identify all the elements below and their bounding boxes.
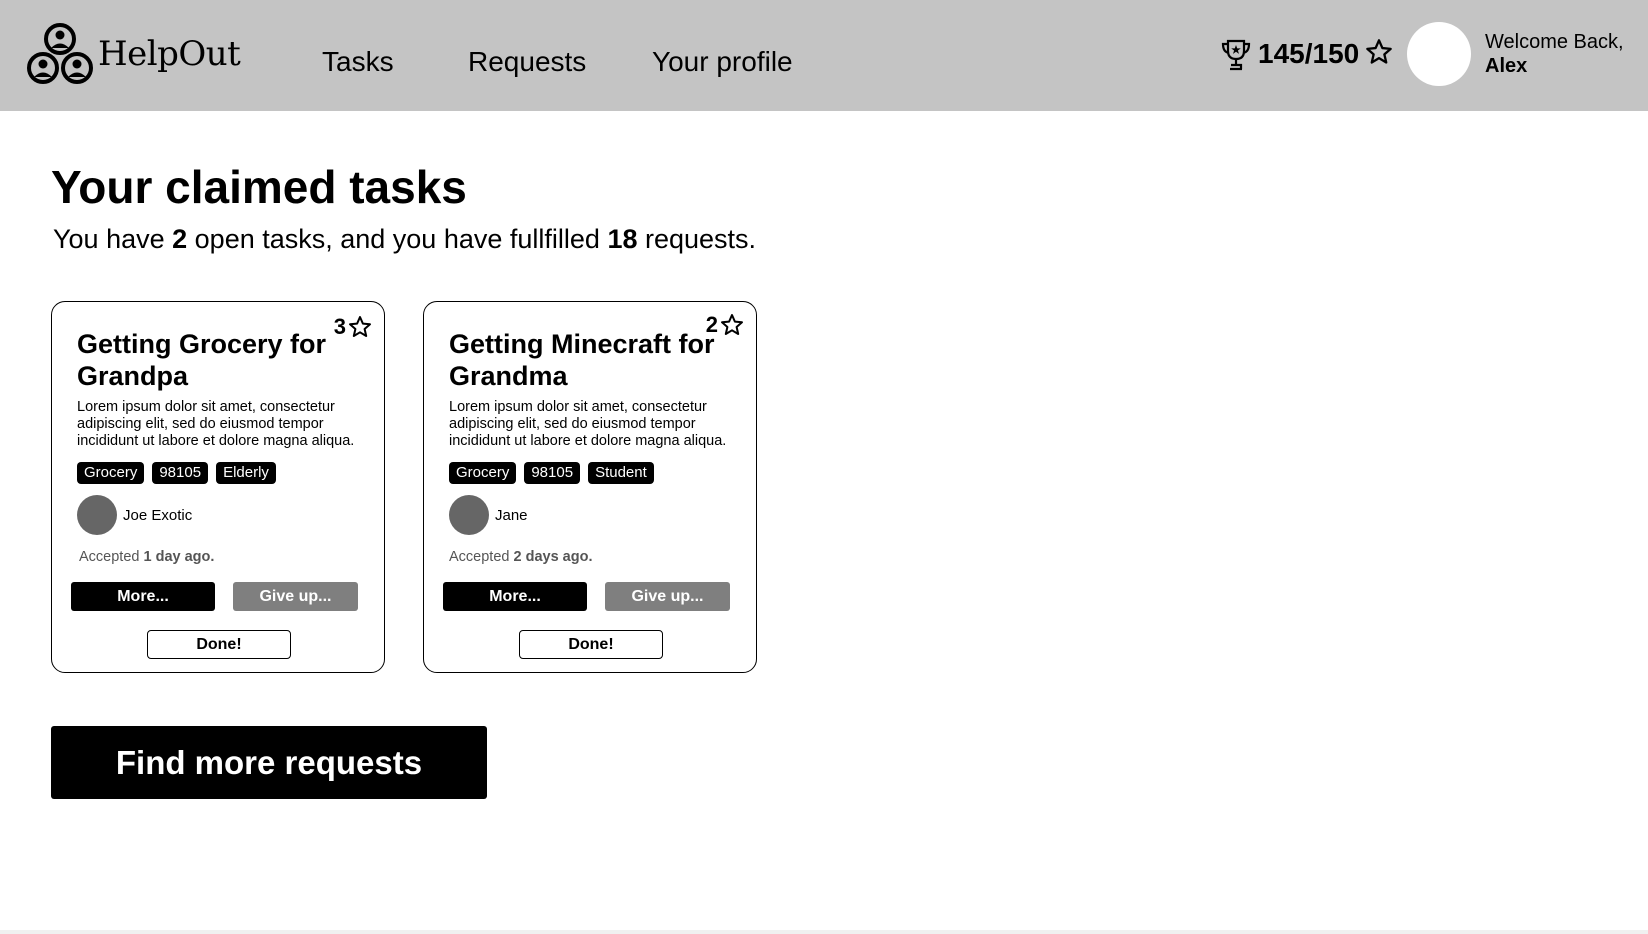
tag-category[interactable]: Grocery — [77, 462, 145, 484]
trophy-icon — [1221, 39, 1251, 71]
people-group-icon — [27, 23, 93, 84]
requester-avatar — [449, 495, 489, 535]
requester[interactable]: Joe Exotic — [77, 495, 192, 535]
give-up-button[interactable]: Give up... — [605, 582, 730, 611]
nav-requests[interactable]: Requests — [468, 46, 586, 78]
app-logo[interactable]: HelpOut — [26, 22, 241, 86]
points-score: 145/150 — [1258, 38, 1360, 69]
welcome-text: Welcome Back, — [1485, 31, 1624, 53]
open-task-count: 2 — [172, 224, 188, 254]
app-name: HelpOut — [98, 34, 241, 74]
requester[interactable]: Jane — [449, 495, 528, 535]
done-button[interactable]: Done! — [519, 630, 663, 659]
tag-zip[interactable]: 98105 — [524, 462, 581, 484]
nav-tasks[interactable]: Tasks — [322, 46, 394, 78]
tag-zip[interactable]: 98105 — [152, 462, 209, 484]
page: HelpOut Tasks Requests Your profile 145/… — [0, 0, 1648, 930]
task-description: Lorem ipsum dolor sit amet, consectetur … — [77, 399, 355, 449]
accepted-time: Accepted 1 day ago. — [79, 549, 214, 565]
task-tags: Grocery 98105 Elderly — [77, 462, 276, 484]
task-description: Lorem ipsum dolor sit amet, consectetur … — [449, 399, 727, 449]
task-card: 2 Getting Minecraft for Grandma Lorem ip… — [423, 301, 757, 673]
requester-name: Joe Exotic — [123, 506, 193, 524]
give-up-button[interactable]: Give up... — [233, 582, 358, 611]
accepted-time: Accepted 2 days ago. — [449, 549, 592, 565]
accepted-when: 2 days ago. — [513, 549, 593, 565]
requester-name: Jane — [495, 506, 528, 524]
tag-group[interactable]: Elderly — [216, 462, 276, 484]
tag-group[interactable]: Student — [588, 462, 654, 484]
summary-text-3: requests. — [637, 224, 757, 254]
tag-category[interactable]: Grocery — [449, 462, 517, 484]
page-title: Your claimed tasks — [51, 161, 467, 213]
task-tags: Grocery 98105 Student — [449, 462, 654, 484]
task-card: 3 Getting Grocery for Grandpa Lorem ipsu… — [51, 301, 385, 673]
nav-your-profile[interactable]: Your profile — [652, 46, 793, 78]
user-avatar[interactable] — [1407, 22, 1471, 86]
user-name: Alex — [1485, 55, 1528, 77]
star-icon — [349, 316, 371, 337]
star-icon — [721, 314, 743, 335]
summary-text-1: You have — [53, 224, 173, 254]
fulfilled-count: 18 — [607, 224, 638, 254]
requester-avatar — [77, 495, 117, 535]
summary-text-2: open tasks, and you have fullfilled — [187, 224, 608, 254]
done-button[interactable]: Done! — [147, 630, 291, 659]
task-summary: You have 2 open tasks, and you have full… — [53, 224, 756, 255]
accepted-label: Accepted — [79, 549, 144, 565]
accepted-label: Accepted — [449, 549, 514, 565]
task-title: Getting Grocery for Grandpa — [77, 329, 327, 391]
find-more-requests-button[interactable]: Find more requests — [51, 726, 487, 799]
more-button[interactable]: More... — [443, 582, 587, 611]
star-icon — [1366, 39, 1392, 64]
task-title: Getting Minecraft for Grandma — [449, 329, 715, 391]
accepted-when: 1 day ago. — [143, 549, 215, 565]
welcome-message: Welcome Back, Alex — [1485, 30, 1624, 78]
top-navbar: HelpOut Tasks Requests Your profile 145/… — [0, 0, 1648, 111]
more-button[interactable]: More... — [71, 582, 215, 611]
